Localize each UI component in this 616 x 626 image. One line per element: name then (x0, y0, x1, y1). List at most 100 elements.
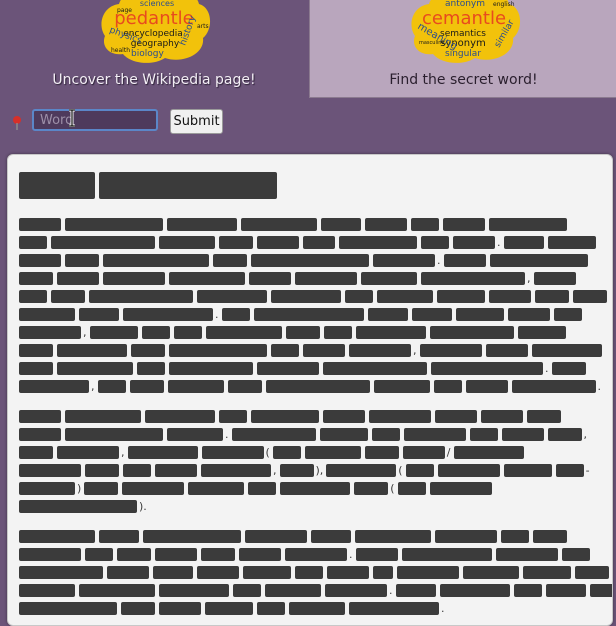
punctuation: . (441, 602, 445, 615)
hidden-word (435, 530, 497, 543)
hidden-word (19, 308, 75, 321)
tab-caption: Find the secret word! (389, 72, 538, 88)
word-input[interactable] (32, 109, 158, 131)
hidden-word (19, 272, 53, 285)
hidden-word (485, 344, 528, 357)
hidden-word (19, 362, 53, 375)
hidden-word (401, 548, 492, 561)
punctuation: , (413, 344, 417, 357)
hidden-word (561, 548, 590, 561)
hidden-word (205, 326, 282, 339)
hidden-word (395, 584, 436, 597)
hidden-word (355, 548, 398, 561)
hidden-word (121, 602, 155, 615)
hidden-word (489, 254, 588, 267)
hidden-word (321, 218, 361, 231)
hidden-word (219, 410, 247, 423)
hidden-word (437, 290, 485, 303)
hidden-word (323, 326, 352, 339)
hidden-word (51, 290, 85, 303)
hidden-word (589, 584, 612, 597)
hidden-word (201, 548, 235, 561)
hidden-line: . (19, 254, 600, 268)
svg-text:arts: arts (197, 23, 209, 30)
svg-text:biology: biology (131, 49, 164, 59)
hidden-word (205, 602, 253, 615)
hidden-word (123, 308, 213, 321)
tab-cemantle[interactable]: cemantle antonym semantics synonym meani… (309, 0, 616, 98)
hidden-word (167, 380, 224, 393)
hidden-word (85, 548, 113, 561)
hidden-word (421, 236, 449, 249)
hidden-word (19, 548, 81, 561)
hidden-word (65, 428, 163, 441)
hidden-word (84, 482, 119, 495)
hidden-word (327, 566, 369, 579)
hidden-paragraph: . . , . , , . ,. (19, 218, 607, 398)
hidden-word (429, 326, 514, 339)
hidden-word (99, 172, 277, 199)
punctuation: ), (315, 464, 324, 477)
hidden-line: . (19, 308, 600, 322)
hidden-word (437, 464, 500, 477)
hidden-word (19, 464, 81, 477)
hidden-word (531, 344, 602, 357)
hidden-word (533, 530, 567, 543)
hidden-word (251, 254, 369, 267)
hidden-word (253, 308, 364, 321)
punctuation: , (527, 272, 531, 285)
hidden-word (553, 308, 582, 321)
hidden-word (243, 566, 291, 579)
hidden-word (248, 482, 277, 495)
hidden-word (280, 482, 351, 495)
hidden-word (19, 428, 61, 441)
hidden-word (489, 290, 531, 303)
svg-text:health: health (111, 47, 130, 54)
hidden-word (575, 566, 609, 579)
hidden-word (137, 362, 165, 375)
hidden-word (513, 584, 542, 597)
submit-button[interactable]: Submit (170, 109, 223, 134)
hidden-line: , (19, 326, 600, 340)
hidden-word (373, 254, 435, 267)
punctuation: , (583, 428, 588, 441)
hidden-word (465, 380, 508, 393)
hidden-word (85, 464, 119, 477)
hidden-word (403, 428, 466, 441)
hidden-word (419, 344, 482, 357)
hidden-word (547, 236, 596, 249)
hidden-word (155, 464, 197, 477)
hidden-word (443, 218, 485, 231)
hidden-word (107, 566, 149, 579)
hidden-word (503, 236, 544, 249)
hidden-paragraph: ., ,(/ ,),(- )( ). (19, 410, 600, 518)
hidden-word (249, 272, 291, 285)
hidden-word (265, 380, 370, 393)
hidden-word (523, 566, 571, 579)
hidden-word (129, 380, 164, 393)
hidden-word (345, 290, 373, 303)
hidden-word (271, 344, 299, 357)
punctuation: . (389, 584, 393, 597)
tab-pedantle[interactable]: pedantle sciences encyclopedia geography… (0, 0, 308, 97)
hidden-word (201, 446, 264, 459)
svg-text:sciences: sciences (140, 0, 174, 8)
hidden-word (453, 236, 495, 249)
hidden-word (463, 566, 519, 579)
hidden-word (533, 272, 576, 285)
hidden-word (367, 308, 408, 321)
logo-word: cemantle (421, 8, 505, 29)
hidden-word (19, 482, 75, 495)
svg-text:antonym: antonym (444, 0, 484, 9)
hidden-word (89, 326, 138, 339)
hidden-word (169, 362, 253, 375)
hidden-line (19, 290, 607, 304)
hidden-word (19, 602, 117, 615)
hidden-word (551, 362, 586, 375)
hidden-line: . (19, 602, 600, 616)
hidden-word (143, 530, 241, 543)
hidden-word (547, 428, 582, 441)
hidden-word (503, 464, 552, 477)
hidden-word (443, 254, 486, 267)
hidden-word (303, 344, 345, 357)
